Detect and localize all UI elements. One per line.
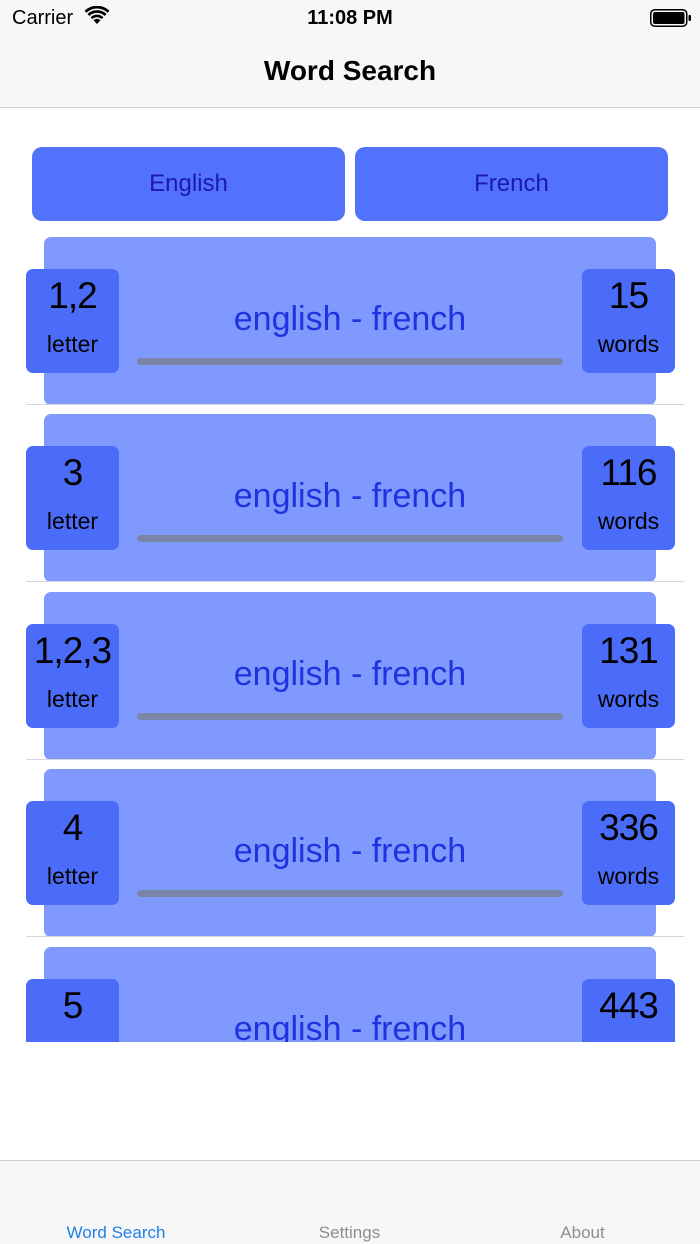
word-count: 336 bbox=[599, 807, 659, 848]
progress-bar bbox=[137, 535, 563, 542]
letter-label: letter bbox=[46, 686, 99, 712]
letter-count: 5 bbox=[62, 985, 84, 1026]
word-search-screen: Carrier 11:08 PM Word Search English Fre… bbox=[0, 0, 700, 1244]
letter-label: letter bbox=[26, 1041, 119, 1042]
row-divider bbox=[26, 759, 684, 760]
word-list[interactable]: english - french 1,2 letter 15 words eng… bbox=[0, 236, 700, 1042]
word-count: 443 bbox=[599, 985, 659, 1026]
letter-count-badge: 1,2,3 letter bbox=[26, 624, 119, 728]
row-divider bbox=[26, 581, 684, 582]
letter-label: letter bbox=[46, 508, 99, 534]
word-count-badge: 116 words bbox=[582, 446, 675, 550]
tab-settings[interactable]: Settings bbox=[233, 1223, 466, 1243]
word-count: 15 bbox=[608, 275, 649, 316]
progress-bar bbox=[137, 713, 563, 720]
word-count-badge: 443 words bbox=[582, 979, 675, 1042]
list-item[interactable]: english - french 4 letter 336 words bbox=[0, 768, 700, 945]
row-divider bbox=[26, 404, 684, 405]
row-divider bbox=[26, 936, 684, 937]
letter-count-badge: 5 letter bbox=[26, 979, 119, 1042]
list-item[interactable]: english - french 3 letter 116 words bbox=[0, 413, 700, 590]
word-count: 131 bbox=[599, 630, 659, 671]
french-button[interactable]: French bbox=[355, 147, 668, 221]
word-count-badge: 131 words bbox=[582, 624, 675, 728]
list-item[interactable]: english - french 1,2,3 letter 131 words bbox=[0, 591, 700, 768]
word-count-badge: 15 words bbox=[582, 269, 675, 373]
tab-word-search[interactable]: Word Search bbox=[0, 1223, 232, 1243]
letter-count: 1,2,3 bbox=[33, 630, 112, 671]
list-item[interactable]: english - french 5 letter 443 words bbox=[0, 946, 700, 1042]
words-label: words bbox=[597, 508, 660, 534]
english-button[interactable]: English bbox=[32, 147, 345, 221]
words-label: words bbox=[597, 863, 660, 889]
page-title: Word Search bbox=[263, 55, 437, 86]
words-label: words bbox=[597, 686, 660, 712]
battery-icon bbox=[650, 9, 691, 27]
letter-count-badge: 4 letter bbox=[26, 801, 119, 905]
letter-count-badge: 3 letter bbox=[26, 446, 119, 550]
words-label: words bbox=[597, 331, 660, 357]
clock-label: 11:08 PM bbox=[307, 7, 393, 29]
tab-bar: Word Search Settings About bbox=[0, 1160, 700, 1244]
letter-count: 3 bbox=[62, 452, 84, 493]
status-bar: Carrier 11:08 PM bbox=[0, 0, 700, 36]
list-item[interactable]: english - french 1,2 letter 15 words bbox=[0, 236, 700, 413]
words-label: words bbox=[582, 1041, 675, 1042]
word-count-badge: 336 words bbox=[582, 801, 675, 905]
navigation-bar: Word Search bbox=[0, 36, 700, 108]
progress-bar bbox=[137, 358, 563, 365]
letter-label: letter bbox=[46, 863, 99, 889]
letter-count: 4 bbox=[62, 807, 84, 848]
letter-count-badge: 1,2 letter bbox=[26, 269, 119, 373]
letter-label: letter bbox=[46, 331, 99, 357]
letter-count: 1,2 bbox=[48, 275, 97, 316]
progress-bar bbox=[137, 890, 563, 897]
tab-about[interactable]: About bbox=[466, 1223, 699, 1243]
word-count: 116 bbox=[600, 452, 658, 493]
